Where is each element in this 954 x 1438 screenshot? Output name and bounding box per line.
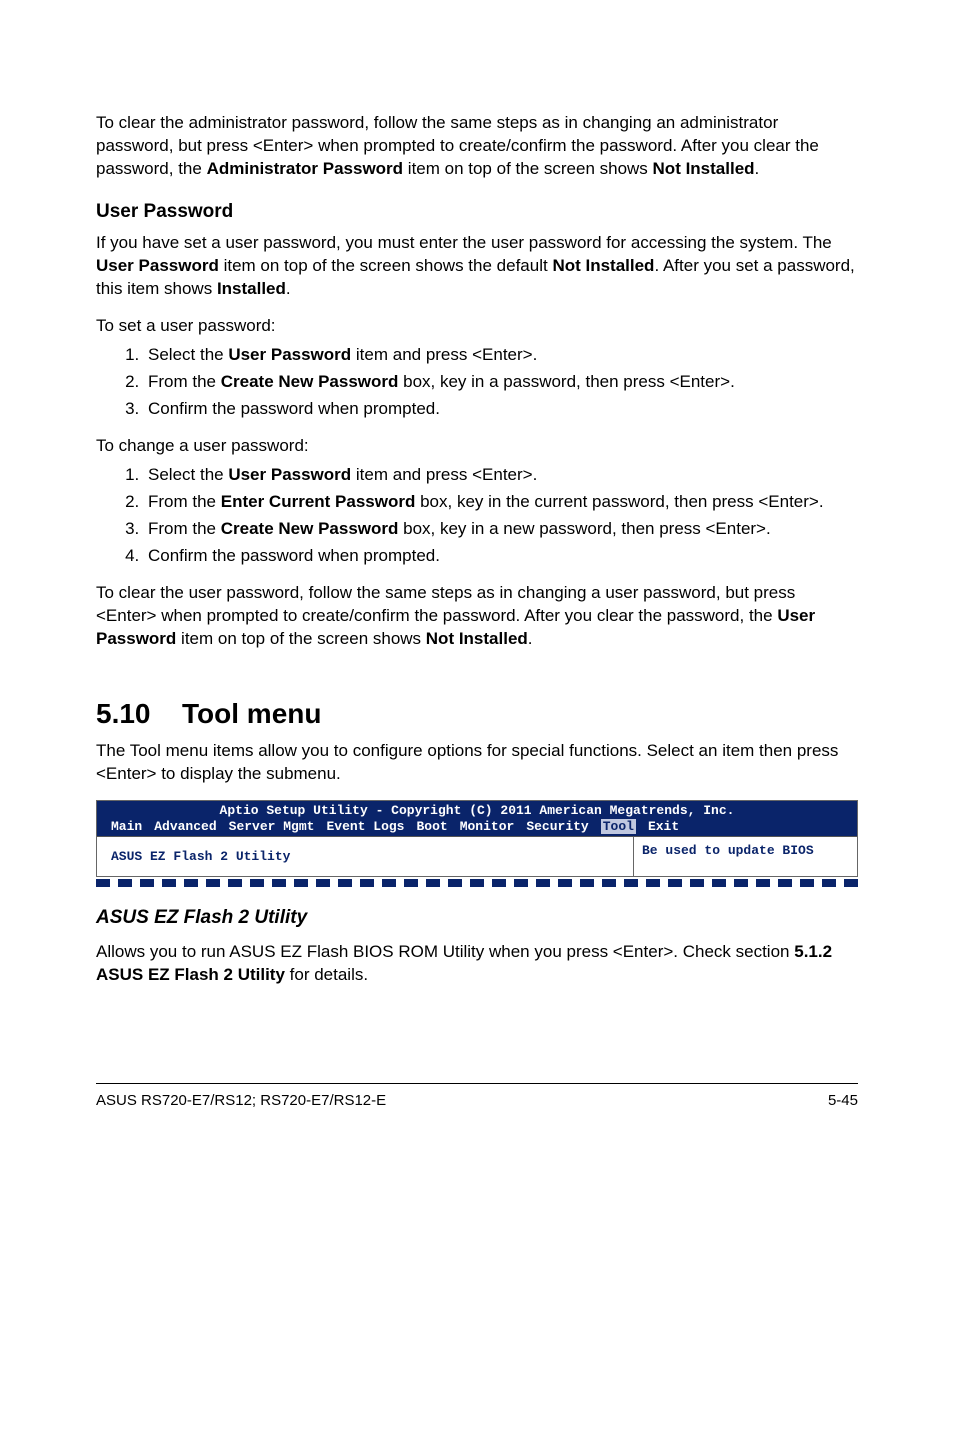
para-clear-user: To clear the user password, follow the s… [96, 582, 858, 651]
bold-not-installed: Not Installed [653, 159, 755, 178]
text: for details. [285, 965, 368, 984]
bios-tab-exit: Exit [648, 819, 679, 834]
para-user-password-desc: If you have set a user password, you mus… [96, 232, 858, 301]
bios-tab-main: Main [111, 819, 142, 834]
text: From the [148, 492, 221, 511]
text: item and press <Enter>. [351, 465, 537, 484]
bios-help-right: Be used to update BIOS [633, 837, 857, 876]
para-ez-flash-desc: Allows you to run ASUS EZ Flash BIOS ROM… [96, 941, 858, 987]
list-item: From the Create New Password box, key in… [144, 518, 858, 541]
list-item: Select the User Password item and press … [144, 464, 858, 487]
bold-user-password: User Password [228, 345, 351, 364]
bold-create-new-password: Create New Password [221, 519, 399, 538]
heading-text: Tool menu [182, 698, 321, 729]
para-clear-admin: To clear the administrator password, fol… [96, 112, 858, 181]
bold-create-new-password: Create New Password [221, 372, 399, 391]
text: box, key in a new password, then press <… [398, 519, 770, 538]
list-item: Confirm the password when prompted. [144, 398, 858, 421]
bold-not-installed: Not Installed [426, 629, 528, 648]
text: Allows you to run ASUS EZ Flash BIOS ROM… [96, 942, 794, 961]
page-footer: ASUS RS720-E7/RS12; RS720-E7/RS12-E 5-45 [96, 1083, 858, 1109]
text: item on top of the screen shows [403, 159, 652, 178]
text: . [286, 279, 291, 298]
list-item: From the Enter Current Password box, key… [144, 491, 858, 514]
bold-not-installed: Not Installed [552, 256, 654, 275]
bold-installed: Installed [217, 279, 286, 298]
text: box, key in the current password, then p… [415, 492, 823, 511]
text: If you have set a user password, you mus… [96, 233, 832, 252]
bios-screenshot: Aptio Setup Utility - Copyright (C) 2011… [96, 800, 858, 877]
lead-change-password: To change a user password: [96, 435, 858, 458]
text: From the [148, 519, 221, 538]
text: From the [148, 372, 221, 391]
text: Select the [148, 465, 228, 484]
list-item: Select the User Password item and press … [144, 344, 858, 367]
bios-tab-security: Security [526, 819, 588, 834]
list-item: From the Create New Password box, key in… [144, 371, 858, 394]
text: item and press <Enter>. [351, 345, 537, 364]
text: . [528, 629, 533, 648]
text: To clear the user password, follow the s… [96, 583, 795, 625]
text: . [755, 159, 760, 178]
bios-content-left: ASUS EZ Flash 2 Utility [97, 837, 633, 876]
text: item on top of the screen shows [176, 629, 425, 648]
heading-ez-flash: ASUS EZ Flash 2 Utility [96, 905, 858, 931]
bios-tab-boot: Boot [416, 819, 447, 834]
bios-tab-monitor: Monitor [460, 819, 515, 834]
dashed-divider [96, 879, 858, 887]
bios-menu-bar: Main Advanced Server Mgmt Event Logs Boo… [97, 819, 857, 836]
footer-page-number: 5-45 [828, 1092, 858, 1109]
bios-tab-advanced: Advanced [154, 819, 216, 834]
list-set-password: Select the User Password item and press … [96, 344, 858, 421]
bios-tab-server-mgmt: Server Mgmt [229, 819, 315, 834]
bios-tab-event-logs: Event Logs [326, 819, 404, 834]
bios-title-bar: Aptio Setup Utility - Copyright (C) 2011… [97, 801, 857, 819]
bold-admin-password: Administrator Password [207, 159, 404, 178]
bold-user-password: User Password [228, 465, 351, 484]
bold-enter-current-password: Enter Current Password [221, 492, 416, 511]
bold-user-password: User Password [96, 256, 219, 275]
footer-model: ASUS RS720-E7/RS12; RS720-E7/RS12-E [96, 1092, 386, 1109]
heading-number: 5.10 [96, 695, 182, 733]
bios-tab-tool-active: Tool [601, 819, 636, 834]
heading-tool-menu: 5.10Tool menu [96, 695, 858, 733]
text: box, key in a password, then press <Ente… [398, 372, 734, 391]
para-tool-menu-desc: The Tool menu items allow you to configu… [96, 740, 858, 786]
lead-set-password: To set a user password: [96, 315, 858, 338]
list-item: Confirm the password when prompted. [144, 545, 858, 568]
text: Select the [148, 345, 228, 364]
bios-body: ASUS EZ Flash 2 Utility Be used to updat… [97, 836, 857, 876]
heading-user-password: User Password [96, 199, 858, 225]
text: item on top of the screen shows the defa… [219, 256, 553, 275]
list-change-password: Select the User Password item and press … [96, 464, 858, 568]
